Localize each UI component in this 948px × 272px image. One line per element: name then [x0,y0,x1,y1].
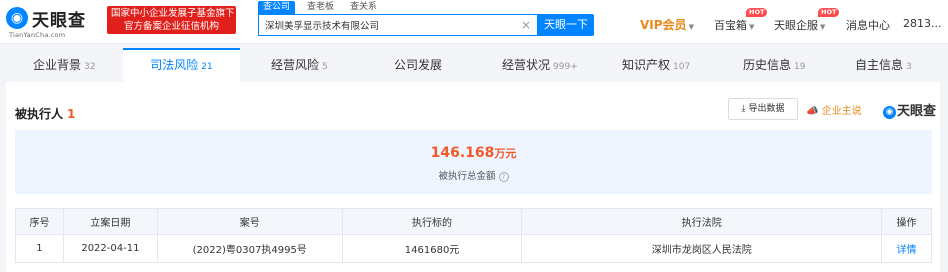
cell-court: 深圳市龙岗区人民法院 [521,234,882,263]
user-menu[interactable]: 2813... [903,17,941,30]
baibaoxiang-menu[interactable]: 百宝箱 ▼ [714,17,754,33]
tianyancha-logo[interactable]: ◉ 天眼查 TianYanCha.com [6,6,102,39]
cell-index: 1 [15,234,64,263]
official-banner[interactable]: 国家中小企业发展子基金旗下 官方备案企业征信机构 [107,6,236,34]
tab-label: 司法风险 [150,58,199,72]
logo-eye-icon: ◉ [6,7,28,29]
search-tab-boss[interactable]: 查老板 [307,1,334,14]
col-header-index: 序号 [15,208,64,235]
tab-label: 知识产权 [622,58,671,72]
banner-line-1: 国家中小企业发展子基金旗下 [111,8,235,19]
search-box: × [258,14,538,36]
detail-link[interactable]: 详情 [881,234,932,263]
search-input[interactable] [265,15,515,35]
tab-label: 自主信息 [855,58,904,72]
tab-count: 21 [201,62,213,72]
tab-label: 经营状况 [502,58,551,72]
search-tab-company[interactable]: 查公司 [258,1,296,14]
table-header-row: 序号 立案日期 案号 执行标的 执行法院 操作 [15,208,932,235]
section-count: 1 [67,107,76,121]
section-title: 被执行人 1 [15,105,75,122]
enterprise-service-menu[interactable]: 天眼企服 ▼ [774,17,825,33]
total-amount: 146.168万元 [15,145,932,161]
tab-judicial-risk[interactable]: 司法风险 21 [123,48,240,82]
export-label: 导出数据 [748,104,785,114]
amount-value: 146.168 [430,145,495,161]
col-header-action: 操作 [881,208,932,235]
tab-company-background[interactable]: 企业背景 32 [33,48,95,82]
executed-person-panel: 被执行人 1 ⤓ 导出数据 📣 企业主说 ◉ 天眼查 146.168万元 被执行总金额… [6,82,940,272]
logo-text: 天眼查 [32,11,86,31]
search-tab-relation[interactable]: 查关系 [350,1,377,14]
tab-history[interactable]: 历史信息 19 [743,48,805,82]
export-data-button[interactable]: ⤓ 导出数据 [728,98,798,120]
hot-badge: HOT [746,8,768,17]
brand-text: 天眼查 [897,104,937,119]
tab-count: 19 [794,62,806,72]
vip-label: VIP会员 [640,18,687,32]
tab-count: 107 [673,62,691,72]
col-header-date: 立案日期 [62,208,158,235]
tab-operation-status[interactable]: 经营状况 999+ [502,48,578,82]
cell-case-no: (2022)粤0307执4995号 [156,234,343,263]
logo-domain: TianYanCha.com [9,31,66,39]
tab-intellectual-property[interactable]: 知识产权 107 [622,48,690,82]
amount-label-text: 被执行总金额 [438,171,496,182]
top-header: ◉ 天眼查 TianYanCha.com 国家中小企业发展子基金旗下 官方备案企… [0,0,948,44]
tab-count: 32 [84,62,96,72]
megaphone-icon: 📣 [806,106,819,117]
amount-summary: 146.168万元 被执行总金额? [15,130,932,194]
brand-eye-icon: ◉ [883,106,896,119]
brand-watermark: ◉ 天眼查 [883,100,936,119]
cell-date: 2022-04-11 [62,234,158,263]
message-center-link[interactable]: 消息中心 [846,17,890,33]
col-header-case-no: 案号 [156,208,343,235]
table-row: 1 2022-04-11 (2022)粤0307执4995号 1461680元 … [15,234,932,263]
amount-unit: 万元 [494,147,517,160]
enterprise-owner-link[interactable]: 📣 企业主说 [806,102,862,117]
chevron-down-icon: ▼ [820,23,826,31]
section-title-text: 被执行人 [15,107,64,121]
enterprise-service-label: 天眼企服 [774,19,818,32]
baibaoxiang-label: 百宝箱 [714,19,747,32]
tab-label: 企业背景 [33,58,82,72]
tab-count: 999+ [553,62,578,72]
tab-count: 5 [322,62,328,72]
tab-company-development[interactable]: 公司发展 [394,48,442,82]
tab-label: 经营风险 [271,58,320,72]
download-icon: ⤓ [741,104,746,114]
category-tabs: 企业背景 32 司法风险 21 经营风险 5 公司发展 经营状况 999+ 知识产权 10… [0,48,948,82]
tab-operation-risk[interactable]: 经营风险 5 [271,48,328,82]
col-header-amount: 执行标的 [341,208,523,235]
pro-label: 企业主说 [821,106,862,117]
tab-self-info[interactable]: 自主信息 3 [855,48,912,82]
executed-person-table: 序号 立案日期 案号 执行标的 执行法院 操作 1 2022-04-11 (20… [15,208,932,263]
col-header-court: 执行法院 [521,208,882,235]
cell-amount: 1461680元 [341,234,523,263]
search-button[interactable]: 天眼一下 [538,14,594,36]
hot-badge: HOT [818,8,840,17]
chevron-down-icon: ▼ [749,23,755,31]
tab-count: 3 [906,62,912,72]
vip-menu[interactable]: VIP会员 ▼ [640,16,694,33]
chevron-down-icon: ▼ [688,23,694,31]
banner-line-2: 官方备案企业征信机构 [123,21,219,32]
help-icon[interactable]: ? [498,172,509,182]
tab-label: 历史信息 [743,58,792,72]
amount-label: 被执行总金额? [15,168,932,182]
tab-label: 公司发展 [394,58,443,72]
clear-icon[interactable]: × [521,18,531,32]
